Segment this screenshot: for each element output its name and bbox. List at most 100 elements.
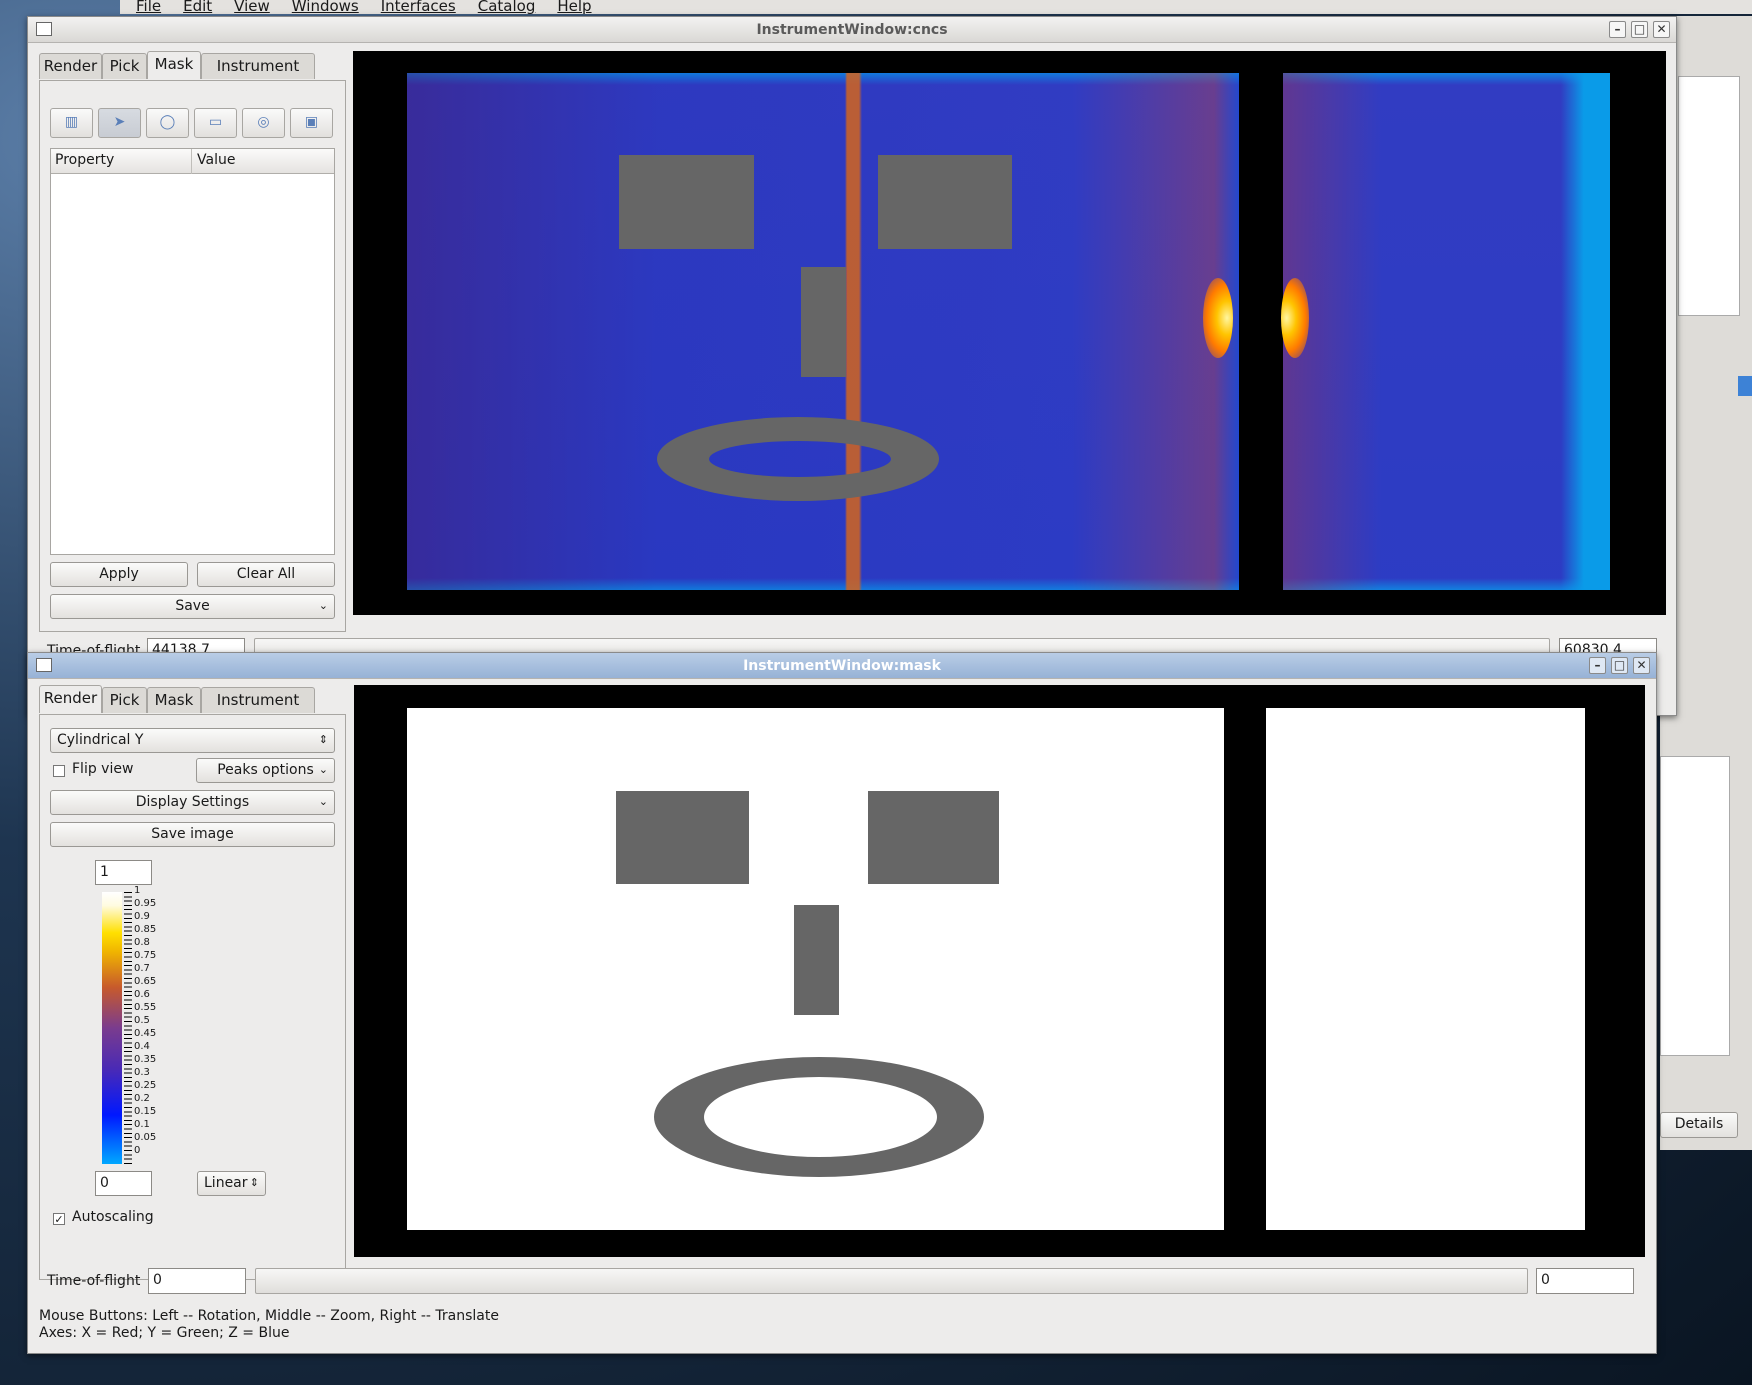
menu-windows[interactable]: Windows — [292, 0, 359, 14]
column-divider — [191, 149, 192, 174]
mask-rect-right[interactable] — [868, 791, 999, 884]
tick-0.15: 0.15 — [134, 1106, 157, 1117]
mask-panel: ▥ ➤ ◯ ▭ ◎ ▣ Property Value Apply Clear A… — [39, 80, 346, 632]
tick-0.8: 0.8 — [134, 937, 150, 948]
menu-catalog[interactable]: Catalog — [478, 0, 536, 14]
detector-bank-side[interactable] — [1281, 73, 1610, 590]
ellipse-ring-tool-icon[interactable]: ◎ — [242, 108, 285, 138]
details-button[interactable]: Details — [1660, 1112, 1738, 1138]
colorbar-tick-labels: 1 0.95 0.9 0.85 0.8 0.75 0.7 0.65 0.6 0.… — [134, 885, 194, 1170]
rectangle-tool-icon[interactable]: ▭ — [194, 108, 237, 138]
chevron-down-icon: ⌄ — [318, 763, 328, 776]
mask-bank-side[interactable] — [1266, 708, 1585, 1230]
tab-instrument-tree[interactable]: Instrument Tree — [201, 53, 315, 99]
help-text-axes: Axes: X = Red; Y = Green; Z = Blue — [39, 1325, 290, 1341]
tab-render[interactable]: Render — [39, 685, 102, 713]
window-menu-icon[interactable] — [36, 22, 52, 36]
menu-edit[interactable]: Edit — [183, 0, 212, 14]
menu-interfaces[interactable]: Interfaces — [381, 0, 456, 14]
updown-arrows-icon: ⇕ — [249, 1176, 259, 1189]
mask-rect-right[interactable] — [878, 155, 1012, 249]
window-title: InstrumentWindow:mask — [743, 658, 941, 674]
rectangle-ring-tool-icon[interactable]: ▣ — [290, 108, 333, 138]
colorbar-min-input[interactable]: 0 — [95, 1171, 152, 1196]
flip-view-label: Flip view — [72, 761, 134, 777]
window-title: InstrumentWindow:cncs — [756, 22, 948, 38]
colorbar — [102, 892, 122, 1164]
tof-min-input[interactable]: 0 — [148, 1268, 246, 1294]
instrument-display-cncs[interactable] — [353, 51, 1666, 615]
menu-help[interactable]: Help — [557, 0, 591, 14]
main-menubar: File Edit View Windows Interfaces Catalo… — [120, 0, 1752, 14]
instrument-window-cncs: InstrumentWindow:cncs – □ ✕ Render Pick … — [27, 16, 1677, 716]
chevron-down-icon: ⌄ — [318, 795, 328, 808]
close-icon[interactable]: ✕ — [1633, 657, 1650, 674]
mask-bank-main[interactable] — [407, 708, 1224, 1230]
tab-render[interactable]: Render — [39, 53, 102, 79]
peaks-options-dropdown[interactable]: Peaks options ⌄ — [196, 758, 335, 783]
window-title-bar: InstrumentWindow:cncs – □ ✕ — [28, 17, 1676, 43]
tick-0.2: 0.2 — [134, 1093, 150, 1104]
tab-mask[interactable]: Mask — [147, 51, 201, 79]
tab-pick[interactable]: Pick — [102, 53, 147, 79]
chevron-down-icon: ⌄ — [318, 599, 328, 612]
mask-rect-left[interactable] — [616, 791, 749, 884]
instrument-window-mask: InstrumentWindow:mask – □ ✕ Render Pick … — [27, 652, 1657, 1354]
column-property[interactable]: Property — [55, 152, 114, 168]
display-settings-dropdown[interactable]: Display Settings ⌄ — [50, 790, 335, 815]
mask-ellipse-ring[interactable] — [657, 417, 939, 501]
display-settings-label: Display Settings — [135, 794, 250, 810]
mask-rect-center[interactable] — [794, 905, 839, 1015]
tick-0.75: 0.75 — [134, 950, 157, 961]
apply-button[interactable]: Apply — [50, 562, 188, 587]
pointer-tool-icon[interactable]: ➤ — [98, 108, 141, 138]
colorbar-max-input[interactable]: 1 — [95, 860, 152, 885]
bottom-tabbar: Render Pick Mask Instrument Tree — [39, 685, 349, 733]
bg-list — [1678, 76, 1740, 316]
close-icon[interactable]: ✕ — [1653, 21, 1670, 38]
minimize-icon[interactable]: – — [1589, 657, 1606, 674]
tof-max-input[interactable]: 0 — [1536, 1268, 1634, 1294]
updown-arrows-icon: ⇕ — [318, 733, 328, 746]
tick-0.95: 0.95 — [134, 898, 157, 909]
tof-range-slider[interactable] — [255, 1268, 1528, 1294]
ellipse-tool-icon[interactable]: ◯ — [146, 108, 189, 138]
mask-ellipse-ring[interactable] — [654, 1057, 984, 1177]
tick-0.05: 0.05 — [134, 1132, 157, 1143]
maximize-icon[interactable]: □ — [1631, 21, 1648, 38]
autoscaling-checkbox[interactable]: ✓ — [53, 1213, 65, 1226]
render-panel: Cylindrical Y ⇕ Flip view Peaks options … — [39, 714, 346, 1280]
scale-type-select[interactable]: Linear ⇕ — [197, 1171, 266, 1196]
instrument-display-mask[interactable] — [354, 685, 1645, 1257]
table-header: Property Value — [51, 149, 334, 174]
tick-0.7: 0.7 — [134, 963, 150, 974]
tick-0.65: 0.65 — [134, 976, 157, 987]
zoom-tool-icon[interactable]: ▥ — [50, 108, 93, 138]
menu-view[interactable]: View — [234, 0, 270, 14]
menu-file[interactable]: File — [136, 0, 161, 14]
mask-rect-left[interactable] — [619, 155, 754, 249]
mask-rect-center[interactable] — [801, 267, 846, 377]
flip-view-checkbox[interactable] — [53, 765, 65, 777]
maximize-icon[interactable]: □ — [1611, 657, 1628, 674]
tick-0.85: 0.85 — [134, 924, 157, 935]
tab-mask[interactable]: Mask — [147, 687, 201, 713]
detector-bank-main[interactable] — [407, 73, 1239, 590]
tick-0.9: 0.9 — [134, 911, 150, 922]
help-text-mouse: Mouse Buttons: Left -- Rotation, Middle … — [39, 1308, 499, 1324]
peaks-options-label: Peaks options — [217, 762, 314, 778]
window-menu-icon[interactable] — [36, 658, 52, 672]
top-tabbar: Render Pick Mask Instrument Tree — [39, 51, 349, 99]
projection-select[interactable]: Cylindrical Y ⇕ — [50, 728, 335, 753]
clear-all-button[interactable]: Clear All — [197, 562, 335, 587]
minimize-icon[interactable]: – — [1609, 21, 1626, 38]
tick-0.5: 0.5 — [134, 1015, 150, 1026]
column-value[interactable]: Value — [197, 152, 235, 168]
tab-instrument-tree[interactable]: Instrument Tree — [201, 687, 315, 733]
tick-0.1: 0.1 — [134, 1119, 150, 1130]
save-dropdown[interactable]: Save ⌄ — [50, 594, 335, 619]
save-image-button[interactable]: Save image — [50, 822, 335, 847]
tab-pick[interactable]: Pick — [102, 687, 147, 713]
projection-value: Cylindrical Y — [57, 732, 144, 748]
tick-0.25: 0.25 — [134, 1080, 157, 1091]
